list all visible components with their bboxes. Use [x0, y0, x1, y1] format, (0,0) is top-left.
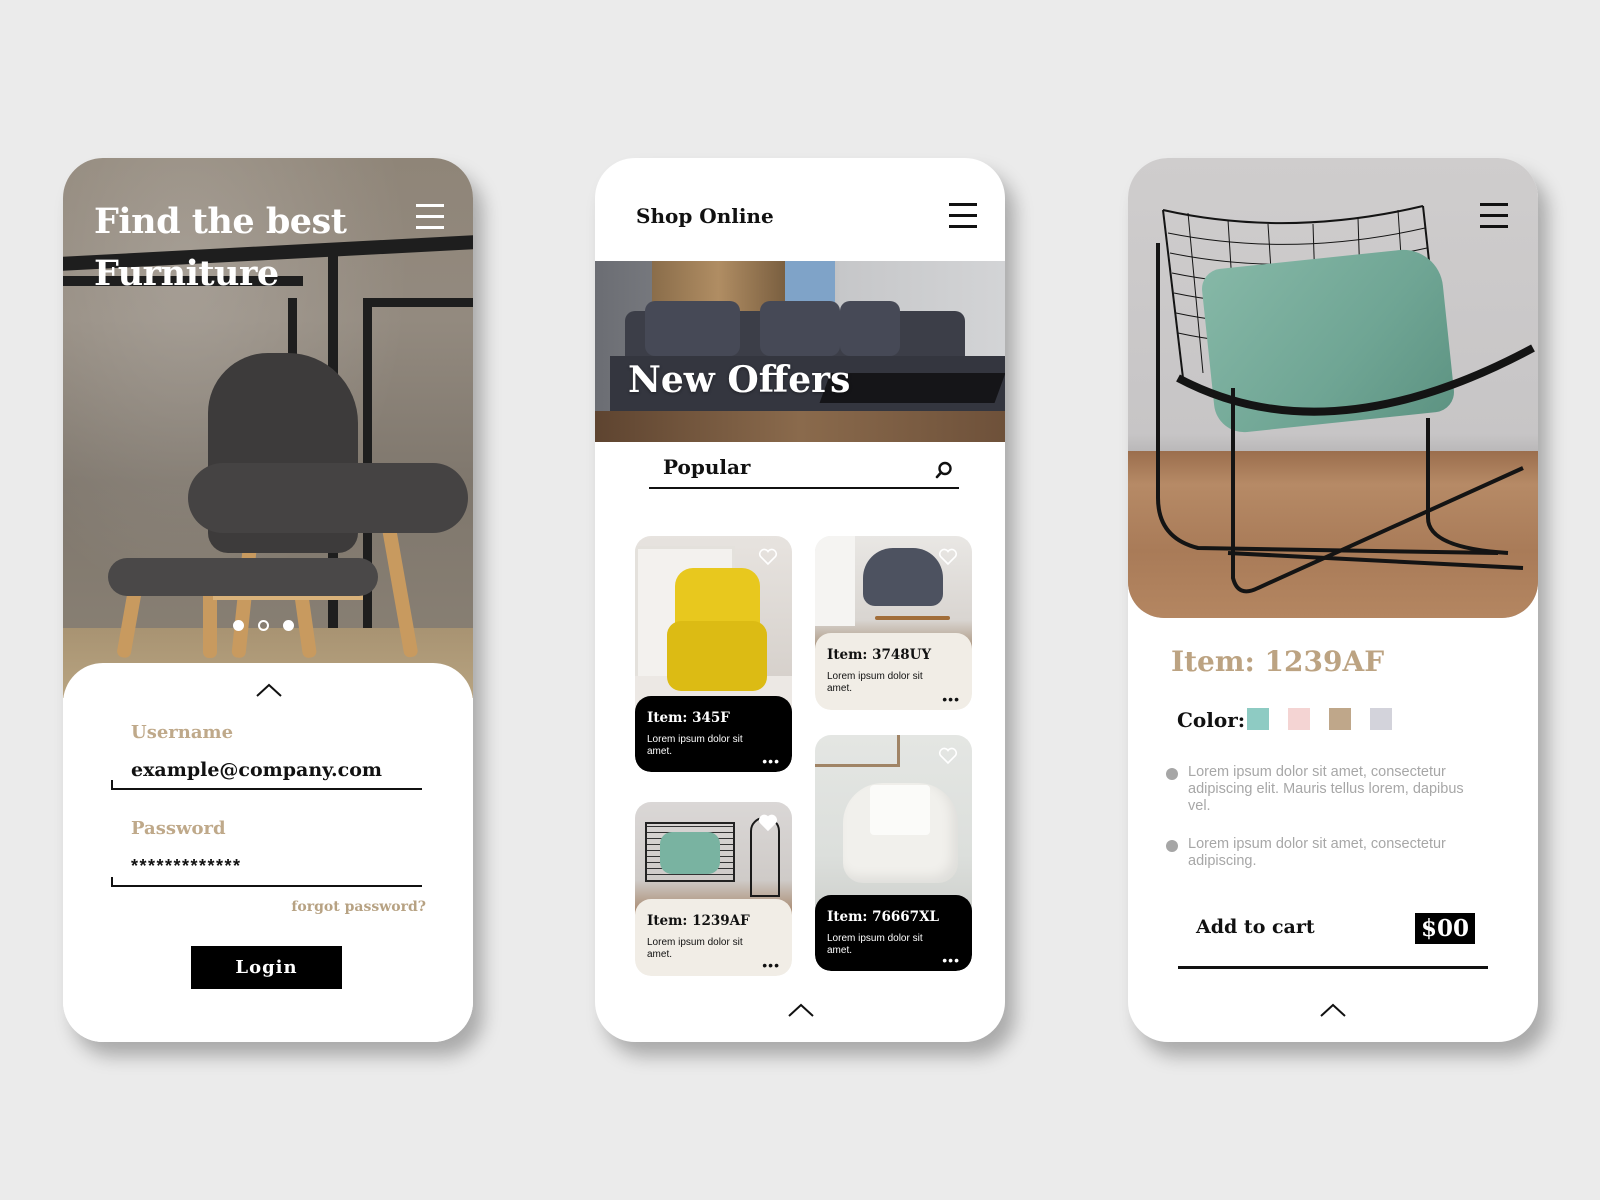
product-info: Item: 76667XL Lorem ipsum dolor sit amet… — [815, 895, 972, 971]
hero-title-line1: Find the best — [94, 201, 347, 242]
search-input[interactable]: Popular — [649, 453, 959, 489]
carousel-dots — [233, 620, 294, 631]
chevron-up-icon[interactable] — [256, 683, 282, 697]
product-info: Item: 1239AF Lorem ipsum dolor sit amet.… — [635, 899, 792, 976]
heart-icon[interactable] — [758, 548, 778, 566]
login-screen: Find the best Furniture Username example… — [63, 158, 473, 1042]
new-offers-banner[interactable]: New Offers — [595, 261, 1005, 442]
carousel-dot-1[interactable] — [233, 620, 244, 631]
username-underline — [111, 780, 422, 790]
carousel-dot-3[interactable] — [283, 620, 294, 631]
product-info: Item: 345F Lorem ipsum dolor sit amet. •… — [635, 696, 792, 772]
login-form: Username example@company.com Password **… — [63, 663, 473, 1042]
password-input[interactable]: ************* — [131, 856, 242, 877]
hero-title: Find the best Furniture — [94, 196, 347, 300]
hero-title-line2: Furniture — [94, 253, 279, 294]
search-icon[interactable] — [935, 461, 953, 479]
product-description: Lorem ipsum dolor sit amet. — [827, 933, 923, 956]
chevron-up-icon[interactable] — [1320, 1003, 1346, 1017]
description-bullet-2: Lorem ipsum dolor sit amet, consectetur … — [1188, 836, 1446, 869]
product-detail-screen: Item: 1239AF Color: Lorem ipsum dolor si… — [1128, 158, 1538, 1042]
chevron-up-icon[interactable] — [788, 1003, 814, 1017]
more-options-icon[interactable]: ••• — [762, 958, 780, 972]
color-swatch-grey[interactable] — [1370, 708, 1392, 730]
item-title: Item: 1239AF — [1171, 645, 1385, 678]
more-options-icon[interactable]: ••• — [942, 692, 960, 706]
product-name: Item: 76667XL — [827, 909, 940, 925]
hamburger-icon[interactable] — [949, 203, 977, 228]
heart-icon[interactable] — [758, 814, 778, 832]
product-description: Lorem ipsum dolor sit amet. — [827, 671, 923, 694]
login-button[interactable]: Login — [191, 946, 342, 989]
color-swatch-teal[interactable] — [1247, 708, 1269, 730]
shop-screen: Shop Online New Offers Popular Item: 345… — [595, 158, 1005, 1042]
product-photo — [1128, 158, 1538, 618]
more-options-icon[interactable]: ••• — [942, 953, 960, 967]
more-options-icon[interactable]: ••• — [762, 754, 780, 768]
hamburger-icon[interactable] — [1480, 203, 1508, 228]
product-card[interactable]: Item: 76667XL Lorem ipsum dolor sit amet… — [815, 735, 972, 971]
username-label: Username — [131, 722, 234, 743]
product-name: Item: 345F — [647, 710, 730, 726]
forgot-password-link[interactable]: forgot password? — [291, 899, 426, 915]
add-to-cart-button[interactable]: Add to cart — [1196, 916, 1315, 938]
shop-title: Shop Online — [636, 204, 774, 228]
product-name: Item: 3748UY — [827, 647, 932, 663]
product-description: Lorem ipsum dolor sit amet. — [647, 937, 743, 960]
carousel-dot-2-active[interactable] — [258, 620, 269, 631]
product-name: Item: 1239AF — [647, 913, 750, 929]
banner-title: New Offers — [628, 359, 851, 401]
hamburger-icon[interactable] — [416, 204, 444, 229]
password-label: Password — [131, 818, 226, 839]
bullet-dot — [1166, 840, 1178, 852]
price-tag: $00 — [1414, 913, 1475, 944]
search-value: Popular — [663, 455, 751, 479]
password-underline — [111, 877, 422, 887]
username-input[interactable]: example@company.com — [131, 759, 382, 781]
bullet-dot — [1166, 768, 1178, 780]
product-card[interactable]: Item: 3748UY Lorem ipsum dolor sit amet.… — [815, 536, 972, 710]
description-bullet-1: Lorem ipsum dolor sit amet, consectetur … — [1188, 764, 1464, 814]
product-card[interactable]: Item: 1239AF Lorem ipsum dolor sit amet.… — [635, 802, 792, 976]
product-info: Item: 3748UY Lorem ipsum dolor sit amet.… — [815, 633, 972, 710]
heart-icon[interactable] — [938, 747, 958, 765]
color-swatch-pink[interactable] — [1288, 708, 1310, 730]
product-card[interactable]: Item: 345F Lorem ipsum dolor sit amet. •… — [635, 536, 792, 772]
product-description: Lorem ipsum dolor sit amet. — [647, 734, 743, 757]
color-label: Color: — [1177, 708, 1246, 732]
color-swatch-tan[interactable] — [1329, 708, 1351, 730]
cart-divider — [1178, 966, 1488, 969]
heart-icon[interactable] — [938, 548, 958, 566]
